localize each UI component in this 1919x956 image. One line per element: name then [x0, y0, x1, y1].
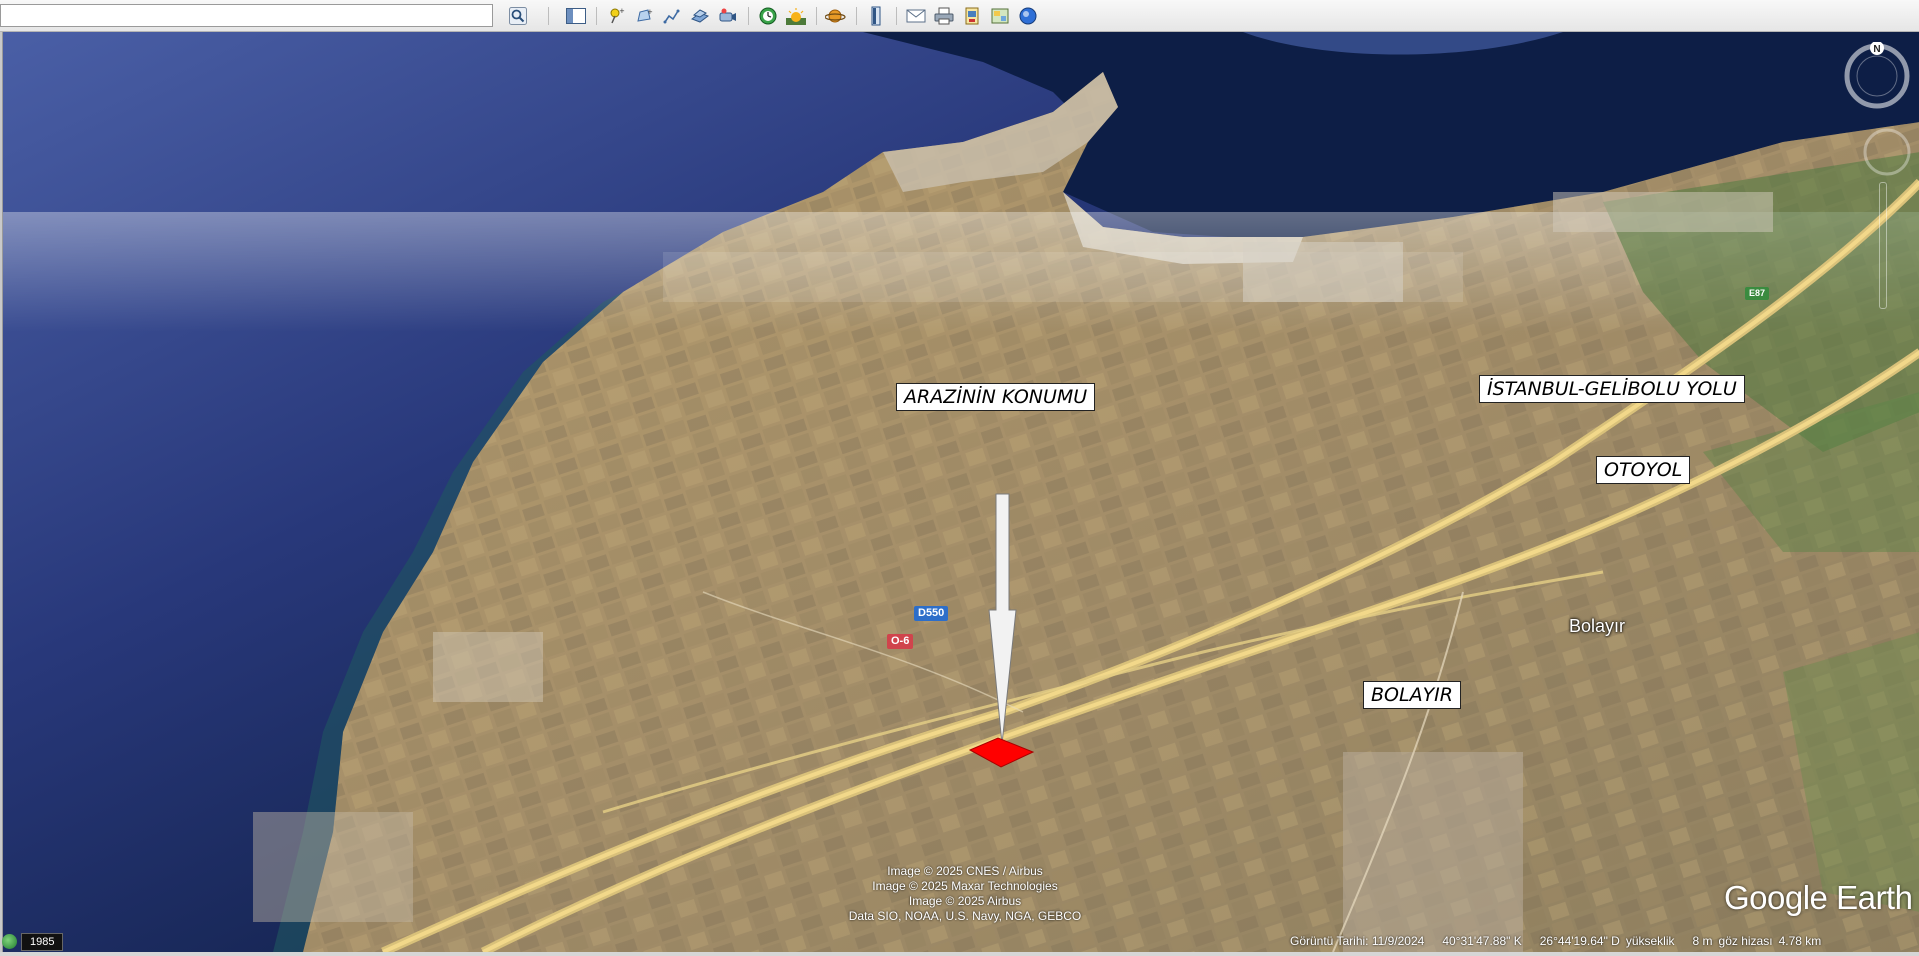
map-view[interactable]: N ARAZİNİN KONUMU İSTANBUL-GELİBOLU YOLU…	[2, 32, 1919, 952]
attribution-line: Image © 2025 CNES / Airbus	[887, 864, 1043, 878]
road-shield-e87: E87	[1745, 287, 1770, 300]
tour-icon	[719, 8, 736, 22]
ruler-icon	[871, 6, 881, 26]
bottom-border	[0, 952, 1919, 956]
map-icon	[991, 8, 1009, 24]
toolbar: + +	[0, 0, 1919, 32]
add-placemark-button[interactable]: +	[604, 5, 628, 27]
otoyol-label: OTOYOL	[1596, 456, 1691, 484]
sunlight-button[interactable]	[784, 5, 808, 27]
clock-icon	[759, 7, 777, 25]
village-label: BOLAYIR	[1363, 681, 1461, 709]
globe-icon	[2, 934, 17, 949]
road-name-label: İSTANBUL-GELİBOLU YOLU	[1479, 375, 1745, 403]
road-shield-o6: O-6	[887, 634, 914, 649]
planet-icon	[825, 9, 846, 23]
satellite-imagery	[3, 32, 1919, 952]
sidebar-icon	[566, 8, 586, 24]
elevation-value: 8 m	[1692, 934, 1713, 948]
sidebar-toggle-button[interactable]	[564, 5, 588, 27]
save-image-button[interactable]	[960, 5, 984, 27]
status-bar: Görüntü Tarihi: 11/9/2024 40°31'47.88" K…	[1290, 932, 1839, 950]
land-location-label: ARAZİNİN KONUMU	[896, 383, 1096, 411]
svg-text:+: +	[619, 7, 625, 15]
envelope-icon	[906, 9, 926, 23]
imagery-date: Görüntü Tarihi: 11/9/2024	[1290, 934, 1425, 948]
historical-year-badge[interactable]: 1985	[2, 932, 64, 951]
polygon-icon: +	[637, 8, 653, 22]
attribution-line: Image © 2025 Airbus	[908, 894, 1022, 908]
longitude-readout: 26°44'19.64" D	[1539, 934, 1620, 948]
search-input[interactable]	[0, 4, 493, 27]
year-label: 1985	[21, 932, 64, 951]
navigation-compass[interactable]: N	[1842, 42, 1912, 182]
magnifier-icon	[509, 7, 527, 25]
compass-north: N	[1873, 44, 1880, 55]
email-button[interactable]	[904, 5, 928, 27]
add-polygon-button[interactable]: +	[632, 5, 656, 27]
sun-icon	[786, 8, 806, 25]
pushpin-icon: +	[610, 7, 625, 24]
planets-button[interactable]	[824, 5, 848, 27]
place-label-bolayir: Bolayır	[1569, 616, 1626, 636]
imagery-attribution: Image © 2025 CNES / Airbus Image © 2025 …	[795, 864, 1135, 924]
historical-imagery-button[interactable]	[756, 5, 780, 27]
google-earth-logo: Google Earth	[1724, 879, 1913, 916]
overlay-icon	[690, 9, 710, 23]
view-in-maps-button[interactable]	[988, 5, 1012, 27]
add-image-overlay-button[interactable]	[688, 5, 712, 27]
ruler-button[interactable]	[864, 5, 888, 27]
print-button[interactable]	[932, 5, 956, 27]
svg-text:+: +	[647, 8, 653, 16]
attribution-line: Data SIO, NOAA, U.S. Navy, NGA, GEBCO	[848, 909, 1082, 923]
eye-altitude-value: 4.78 km	[1778, 934, 1822, 948]
attribution-line: Image © 2025 Maxar Technologies	[872, 879, 1058, 893]
latitude-readout: 40°31'47.88" K	[1442, 934, 1522, 948]
earth-view-button[interactable]	[1016, 5, 1040, 27]
save-image-icon	[965, 7, 979, 25]
zoom-slider[interactable]	[1879, 182, 1887, 309]
printer-icon	[934, 7, 954, 25]
add-path-button[interactable]	[660, 5, 684, 27]
path-icon	[663, 9, 680, 24]
record-tour-button[interactable]	[716, 5, 740, 27]
road-shield-d550: D550	[914, 606, 949, 621]
eye-altitude-label: göz hizası	[1718, 934, 1773, 948]
elevation-label: yükseklik	[1625, 934, 1675, 948]
globe-icon	[1019, 7, 1037, 25]
search-button[interactable]	[506, 5, 530, 27]
